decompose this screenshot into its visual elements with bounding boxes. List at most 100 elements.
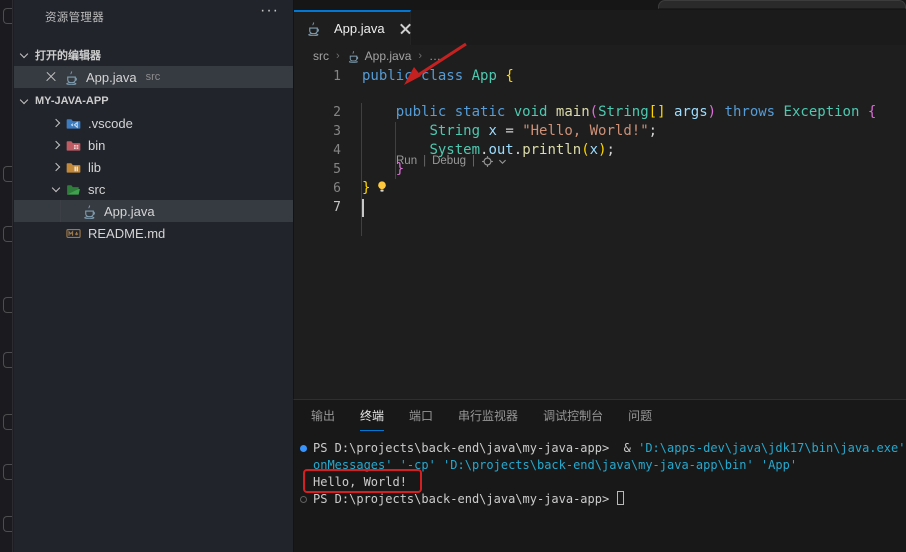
editor-tabbar: App.java [294,10,906,45]
tree-item-label: README.md [88,226,165,241]
terminal-cursor [617,491,624,505]
activity-icon-fragment [3,516,12,532]
panel-tab-4[interactable]: 调试控制台 [543,400,603,431]
panel-tab-5[interactable]: 问题 [628,400,652,431]
sidebar-header: 资源管理器 ··· [14,0,293,34]
code-line-4[interactable]: 4 System.out.println(x); [294,141,906,160]
tree-item-label: .vscode [88,116,133,131]
chevron-down-icon [52,183,60,191]
tree-item-app-java[interactable]: App.java [14,200,293,222]
code-line-5[interactable]: 5 } [294,160,906,179]
tab-close-icon[interactable] [399,22,410,35]
breadcrumb: src › App.java › … [294,45,906,67]
activity-bar-cropped [0,0,13,552]
close-icon[interactable] [44,70,58,84]
vscode-window: 资源管理器 ··· 打开的编辑器 App.java src MY-JAVA-AP… [0,0,906,552]
tab-appjava[interactable]: App.java [294,10,411,45]
panel-tabbar: 输出终端端口串行监视器调试控制台问题 [294,400,906,431]
code-line-6[interactable]: 6} [294,179,906,198]
code-line-3[interactable]: 3 String x = "Hello, World!"; [294,122,906,141]
breadcrumb-appjava[interactable]: App.java [365,49,412,63]
activity-icon-fragment [3,297,12,313]
bottom-panel: 输出终端端口串行监视器调试控制台问题 PS D:\projects\back-e… [293,399,906,552]
file-java-icon [82,204,97,219]
java-file-icon [306,21,321,36]
explorer-title: 资源管理器 [45,9,104,25]
tree-item-label: lib [88,160,101,175]
open-editor-item-appjava[interactable]: App.java src [14,66,293,88]
code-text: public static void main(String[] args) t… [362,103,876,122]
activity-icon-fragment [3,8,12,24]
terminal-line-4: PS D:\projects\back-end\java\my-java-app… [313,491,906,508]
line-number: 2 [294,103,341,122]
command-center-fragment [658,0,906,9]
activity-icon-fragment [3,352,12,368]
breadcrumb-more[interactable]: … [429,49,441,63]
more-actions-icon[interactable]: ··· [260,2,279,20]
codelens-run-debug: Run | Debug | [396,153,508,170]
java-file-icon [347,50,360,63]
chevron-right-icon [52,119,60,127]
chevron-right-icon: › [418,50,422,62]
terminal-line-2: onMessages' '-cp' 'D:\projects\back-end\… [313,457,906,474]
tree-indent-guide [60,200,61,222]
codelens-separator: | [472,153,475,170]
chevron-down-icon [20,49,28,57]
folder-lib-icon [66,160,81,175]
panel-tab-3[interactable]: 串行监视器 [458,400,518,431]
code-editor[interactable]: 1 public class App { 2 public static void … [294,67,906,397]
lightbulb-icon[interactable] [375,179,389,200]
breadcrumb-src[interactable]: src [313,49,329,63]
java-file-icon [64,70,79,85]
line-number: 6 [294,179,341,198]
code-line-7[interactable]: 7 [294,198,906,217]
line-number: 7 [294,198,341,217]
open-editor-filename: App.java [86,70,137,85]
line-number: 1 [294,67,341,86]
open-editor-detail: src [146,71,161,83]
project-name-label: MY-JAVA-APP [35,95,109,107]
line-number: 4 [294,141,341,160]
codelens-run-link[interactable]: Run [396,153,417,170]
line-number: 3 [294,122,341,141]
terminal-line-1: PS D:\projects\back-end\java\my-java-app… [313,440,906,457]
project-section[interactable]: MY-JAVA-APP [14,90,293,112]
line-number: 5 [294,160,341,179]
file-markdown-icon [66,226,81,241]
titlebar-cropped [294,0,906,10]
tree-item-lib[interactable]: lib [14,156,293,178]
tree-item-readme-md[interactable]: README.md [14,222,293,244]
panel-tab-0[interactable]: 输出 [311,400,335,431]
open-editors-section[interactable]: 打开的编辑器 [14,44,293,66]
code-line-2[interactable]: 2 public static void main(String[] args)… [294,103,906,122]
terminal-line-3: Hello, World! [313,474,906,491]
tree-item-bin[interactable]: bin [14,134,293,156]
code-line-1[interactable]: 1 public class App { [294,67,906,86]
folder-bin-icon [66,138,81,153]
folder-src-icon [66,182,81,197]
activity-icon-fragment [3,414,12,430]
folder-vscode-icon [66,116,81,131]
open-editors-label: 打开的编辑器 [35,47,101,63]
chevron-down-icon[interactable] [497,156,508,167]
tree-item-label: bin [88,138,105,153]
terminal-command-decoration-pending[interactable] [300,496,307,503]
debug-configure-icon[interactable] [481,155,494,168]
panel-tab-2[interactable]: 端口 [409,400,433,431]
terminal[interactable]: PS D:\projects\back-end\java\my-java-app… [294,436,906,552]
code-text: } [362,179,389,200]
panel-tab-1[interactable]: 终端 [360,400,384,431]
terminal-command-decoration-success[interactable] [300,445,307,452]
activity-icon-fragment [3,464,12,480]
activity-icon-fragment [3,166,12,182]
editor-cursor [362,199,364,217]
tree-item-src[interactable]: src [14,178,293,200]
tree-item-label: src [88,182,105,197]
chevron-right-icon [52,163,60,171]
codelens-debug-link[interactable]: Debug [432,153,466,170]
activity-icon-fragment [3,226,12,242]
code-text: public class App { [362,67,514,86]
tab-label: App.java [334,21,385,36]
chevron-down-icon [20,95,28,103]
tree-item--vscode[interactable]: .vscode [14,112,293,134]
